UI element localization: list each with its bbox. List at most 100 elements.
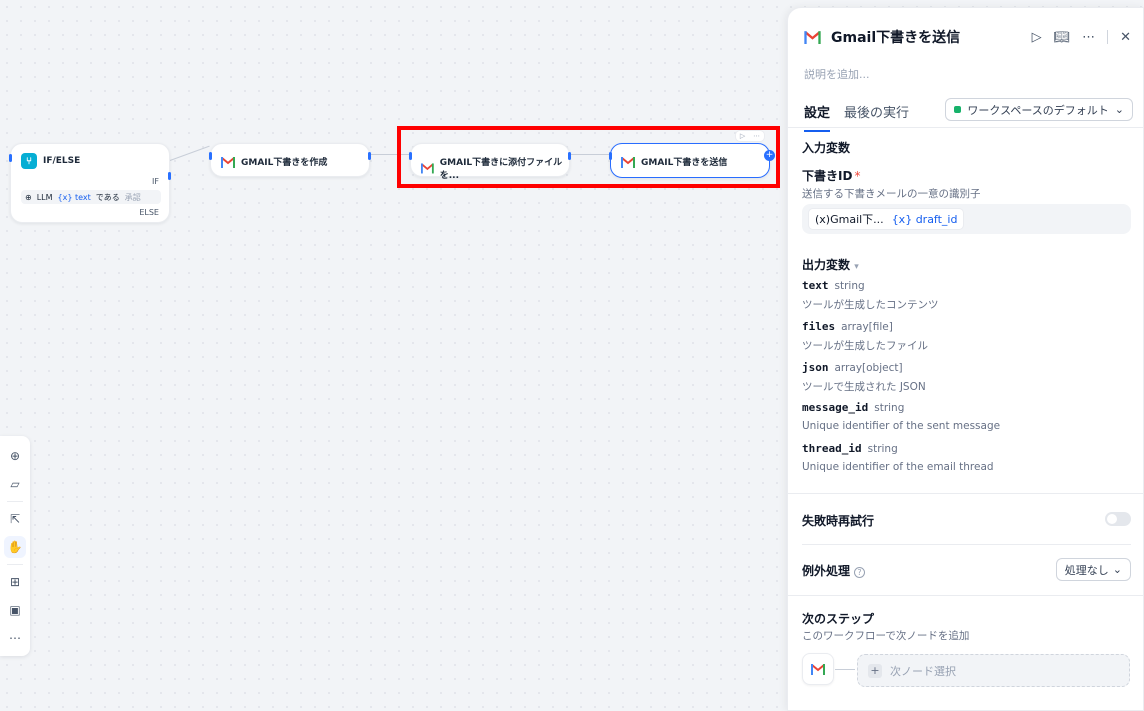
condition-row: ⊕ LLM {x} text である 承認 [21, 190, 161, 204]
book-icon[interactable]: 📖︎ [1054, 30, 1071, 45]
input-vars-title: 入力変数 [802, 141, 851, 155]
output-thread-id-name: thread_id string [802, 442, 898, 455]
output-type: array[file] [841, 321, 893, 333]
required-mark: * [854, 169, 861, 183]
output-json-name: json array[object] [802, 361, 903, 374]
gmail-icon [221, 156, 235, 168]
gmail-icon [804, 31, 821, 44]
more-icon[interactable]: ⋯ [4, 627, 26, 649]
next-step-desc: このワークフローで次ノードを追加 [802, 630, 970, 642]
draft-id-label: 下書きID * [802, 167, 860, 184]
highlight-box [397, 126, 780, 188]
if-label: IF [152, 177, 159, 186]
canvas-toolbar: ⊕ ▱ ⇱ ✋ ⊞ ▣ ⋯ [0, 436, 30, 656]
output-message-id-name: message_id string [802, 401, 904, 414]
header-actions: ▷ 📖︎ ⋯ ✕ [1032, 30, 1131, 45]
toolbar-divider [7, 564, 23, 565]
more-options-icon[interactable]: ⋯ [1082, 30, 1095, 45]
status-dot [954, 106, 962, 113]
ifelse-handle-in[interactable] [9, 154, 12, 162]
draft-id-input[interactable]: (x)Gmail下... {x} draft_id [802, 204, 1131, 234]
ifelse-header: ⑂ IF/ELSE [21, 153, 80, 169]
output-name: files [802, 320, 836, 333]
tabs-divider [788, 127, 1143, 128]
condition-value: 承認 [124, 192, 141, 202]
node-create-draft[interactable]: GMAIL下書きを作成 [209, 143, 371, 177]
llm-icon: ⊕ [25, 192, 32, 202]
output-vars-title-text: 出力変数 [802, 258, 851, 272]
variable-name: {x} draft_id [891, 212, 958, 226]
divider [788, 493, 1143, 494]
output-files-name: files array[file] [802, 320, 893, 333]
ifelse-title: IF/ELSE [43, 156, 81, 166]
variable-source-name: Gmail下... [830, 213, 884, 226]
chevron-down-icon: ⌄ [1114, 103, 1124, 116]
description-input[interactable]: 説明を追加... [804, 66, 870, 82]
close-icon[interactable]: ✕ [1120, 30, 1131, 45]
node-create-handle-in[interactable] [209, 152, 212, 160]
edge-ifelse-to-create [169, 145, 210, 161]
condition-var: {x} text [57, 192, 91, 202]
workflow-canvas[interactable]: ⑂ IF/ELSE IF ⊕ LLM {x} text である 承認 ELSE … [0, 0, 790, 711]
output-type: string [867, 443, 898, 455]
panel-header: Gmail下書きを送信 ▷ 📖︎ ⋯ ✕ [804, 26, 1131, 48]
output-type: string [834, 280, 865, 292]
select-next-node-label: 次ノード選択 [890, 664, 956, 678]
select-next-node-button[interactable]: + 次ノード選択 [857, 654, 1130, 687]
organize-icon[interactable]: ⊞ [4, 571, 26, 593]
output-name: thread_id [802, 442, 862, 455]
minimap-icon[interactable]: ▣ [4, 599, 26, 621]
plus-icon: + [868, 663, 882, 678]
next-step-connector [835, 669, 855, 670]
output-thread-id-desc: Unique identifier of the email thread [802, 461, 994, 473]
add-node-icon[interactable]: ⊕ [4, 445, 26, 467]
condition-op: である [95, 192, 120, 202]
output-name: message_id [802, 401, 869, 414]
node-settings-panel: Gmail下書きを送信 ▷ 📖︎ ⋯ ✕ 説明を追加... 設定 最後の実行 ワ… [787, 7, 1144, 711]
header-divider [1107, 30, 1109, 44]
ifelse-node[interactable]: ⑂ IF/ELSE IF ⊕ LLM {x} text である 承認 ELSE [9, 143, 171, 223]
run-icon[interactable]: ▷ [1032, 30, 1042, 45]
pointer-icon[interactable]: ⇱ [4, 508, 26, 530]
add-note-icon[interactable]: ▱ [4, 473, 26, 495]
output-files-desc: ツールが生成したファイル [802, 340, 928, 352]
draft-id-label-text: 下書きID [802, 169, 853, 183]
draft-id-desc: 送信する下書きメールの一意の識別子 [802, 188, 981, 200]
divider [802, 544, 1131, 545]
node-create-handle-out[interactable] [368, 152, 371, 160]
else-label: ELSE [139, 208, 159, 217]
output-message-id-desc: Unique identifier of the sent message [802, 420, 1001, 432]
divider [788, 595, 1143, 596]
help-icon[interactable]: ? [854, 567, 866, 578]
chevron-down-icon: ⌄ [1112, 563, 1122, 576]
output-name: text [802, 279, 829, 292]
output-json-desc: ツールで生成された JSON [802, 381, 926, 393]
next-step-title: 次のステップ [802, 612, 875, 626]
panel-title[interactable]: Gmail下書きを送信 [831, 27, 960, 47]
workspace-default-label: ワークスペースのデフォルト [967, 103, 1109, 117]
output-vars-title[interactable]: 出力変数 ▾ [802, 256, 859, 273]
exception-select[interactable]: 処理なし ⌄ [1055, 558, 1131, 581]
output-text-name: text string [802, 279, 865, 292]
workspace-default-button[interactable]: ワークスペースのデフォルト ⌄ [945, 98, 1133, 121]
collapse-icon: ▾ [854, 262, 859, 272]
node-create-label: GMAIL下書きを作成 [241, 158, 328, 168]
output-type: array[object] [834, 362, 903, 374]
exception-label-text: 例外処理 [802, 564, 851, 578]
output-type: string [874, 402, 905, 414]
node-create-header: GMAIL下書きを作成 [221, 155, 327, 168]
retry-toggle[interactable] [1105, 512, 1131, 526]
ifelse-handle-if[interactable] [168, 172, 171, 180]
hand-icon[interactable]: ✋ [4, 536, 26, 558]
variable-icon: (x) [815, 213, 831, 226]
draft-id-variable-chip[interactable]: (x)Gmail下... {x} draft_id [808, 208, 965, 230]
exception-value: 処理なし [1064, 563, 1109, 577]
retry-label: 失敗時再試行 [802, 514, 875, 528]
variable-source: (x)Gmail下... [815, 211, 884, 227]
branch-icon: ⑂ [21, 153, 37, 169]
gmail-icon [811, 664, 825, 675]
toolbar-divider [7, 501, 23, 502]
condition-llm: LLM [36, 192, 53, 202]
output-text-desc: ツールが生成したコンテンツ [802, 299, 939, 311]
current-node-gmail-icon [802, 653, 834, 685]
